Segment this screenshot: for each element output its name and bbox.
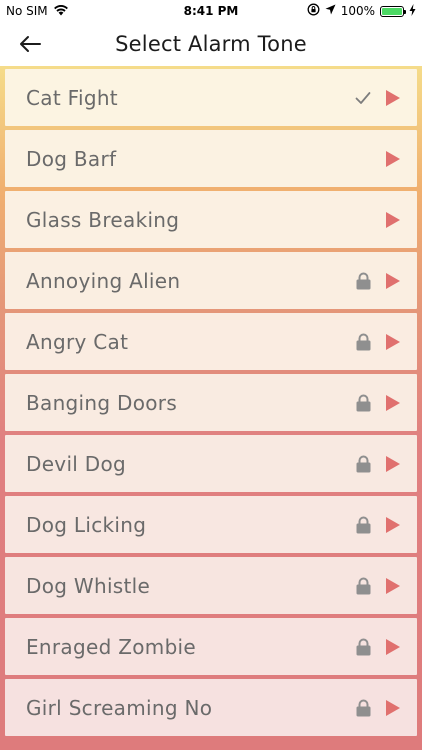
tone-row[interactable]: Enraged Zombie xyxy=(5,618,417,675)
location-arrow-icon xyxy=(325,4,336,18)
tone-icons xyxy=(356,638,401,656)
play-icon[interactable] xyxy=(385,516,401,534)
play-icon[interactable] xyxy=(385,150,401,168)
tone-row[interactable]: Dog Whistle xyxy=(5,557,417,614)
battery-fill xyxy=(382,7,402,15)
orientation-lock-icon xyxy=(307,3,320,19)
lock-icon xyxy=(356,455,371,473)
tone-list: Cat Fight Dog Barf Glass Breaking Annoying … xyxy=(0,66,422,750)
play-icon[interactable] xyxy=(385,455,401,473)
tone-row[interactable]: Girl Screaming No xyxy=(5,679,417,736)
tone-row[interactable]: Angry Cat xyxy=(5,313,417,370)
tone-label: Dog Whistle xyxy=(26,573,151,598)
play-icon[interactable] xyxy=(385,211,401,229)
wifi-icon xyxy=(53,4,69,19)
tone-row[interactable]: Banging Doors xyxy=(5,374,417,431)
status-left: No SIM xyxy=(6,4,69,19)
play-icon[interactable] xyxy=(385,272,401,290)
play-icon[interactable] xyxy=(385,89,401,107)
tone-row[interactable]: Cat Fight xyxy=(5,69,417,126)
lock-icon xyxy=(356,516,371,534)
lock-icon xyxy=(356,272,371,290)
tone-label: Dog Licking xyxy=(26,512,147,537)
tone-label: Devil Dog xyxy=(26,451,127,476)
play-icon[interactable] xyxy=(385,638,401,656)
tone-icons xyxy=(356,272,401,290)
play-icon[interactable] xyxy=(385,577,401,595)
tone-label: Annoying Alien xyxy=(26,268,181,293)
tone-icons xyxy=(356,516,401,534)
tone-icons xyxy=(356,577,401,595)
tone-label: Cat Fight xyxy=(26,85,118,110)
checkmark-icon xyxy=(355,91,371,105)
tone-label: Girl Screaming No xyxy=(26,695,213,720)
play-icon[interactable] xyxy=(385,333,401,351)
play-icon[interactable] xyxy=(385,394,401,412)
tone-label: Dog Barf xyxy=(26,146,117,171)
tone-row[interactable]: Glass Breaking xyxy=(5,191,417,248)
tone-row[interactable]: Annoying Alien xyxy=(5,252,417,309)
play-icon[interactable] xyxy=(385,699,401,717)
tone-icons xyxy=(356,699,401,717)
battery-icon xyxy=(380,5,406,17)
tone-label: Glass Breaking xyxy=(26,207,180,232)
tone-label: Angry Cat xyxy=(26,329,129,354)
back-arrow-icon xyxy=(20,36,41,52)
carrier-label: No SIM xyxy=(6,4,48,18)
status-right: 100% xyxy=(307,3,416,19)
back-button[interactable] xyxy=(14,28,46,60)
status-bar: No SIM 8:41 PM 100% xyxy=(0,0,422,22)
tone-row[interactable]: Dog Licking xyxy=(5,496,417,553)
tone-row[interactable]: Devil Dog xyxy=(5,435,417,492)
lock-icon xyxy=(356,577,371,595)
page-title: Select Alarm Tone xyxy=(115,32,307,56)
lock-icon xyxy=(356,333,371,351)
tone-label: Banging Doors xyxy=(26,390,178,415)
tone-label: Enraged Zombie xyxy=(26,634,197,659)
lock-icon xyxy=(356,394,371,412)
battery-percent: 100% xyxy=(340,4,375,18)
lock-icon xyxy=(356,699,371,717)
tone-icons xyxy=(355,89,401,107)
lock-icon xyxy=(356,638,371,656)
tone-icons xyxy=(356,394,401,412)
tone-icons xyxy=(385,150,401,168)
tone-row[interactable]: Dog Barf xyxy=(5,130,417,187)
nav-bar: Select Alarm Tone xyxy=(0,22,422,66)
tone-icons xyxy=(356,333,401,351)
tone-icons xyxy=(356,455,401,473)
tone-icons xyxy=(385,211,401,229)
charging-bolt-icon xyxy=(409,3,416,19)
